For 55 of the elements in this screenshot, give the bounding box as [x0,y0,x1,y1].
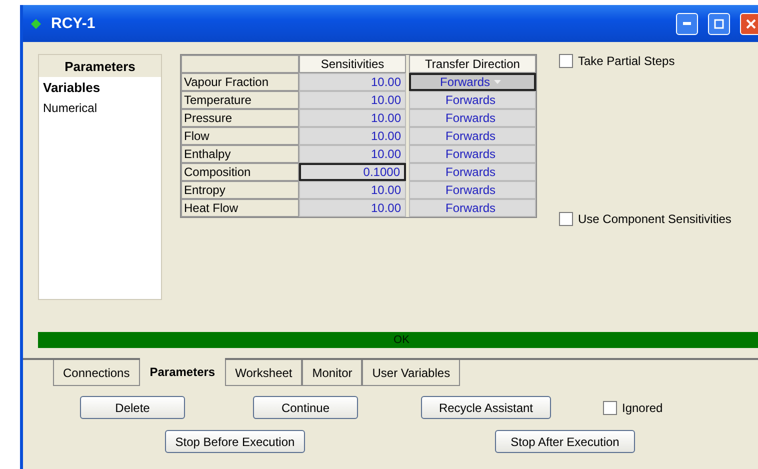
status-bar: OK [38,332,758,348]
minimize-button[interactable] [676,12,698,34]
value-cell[interactable]: 10.00 [299,199,406,217]
row-label: Temperature [181,91,299,109]
maximize-icon [714,18,724,28]
checkbox[interactable] [559,212,573,226]
dropdown-cell[interactable]: Forwards [409,73,536,91]
dropdown-cell[interactable]: Forwards [409,91,536,109]
value-cell[interactable]: 0.1000 [299,163,406,181]
window-title: RCY-1 [51,15,96,32]
column-header: Transfer Direction [409,55,536,73]
row-label: Enthalpy [181,145,299,163]
row-label: Vapour Fraction [181,73,299,91]
dropdown-cell[interactable]: Forwards [409,109,536,127]
panel-item[interactable]: Numerical [39,98,161,118]
action-button[interactable]: Stop After Execution [495,430,635,453]
close-button[interactable] [740,12,758,34]
panel-item[interactable]: Variables [39,77,161,98]
checkbox-label: Ignored [622,400,663,414]
checkbox-label: Take Partial Steps [578,54,675,68]
dropdown-cell[interactable]: Forwards [409,199,536,217]
value-cell[interactable]: 10.00 [299,145,406,163]
minimize-icon [683,22,691,25]
row-label: Pressure [181,109,299,127]
value-cell[interactable]: 10.00 [299,91,406,109]
checkbox[interactable] [559,54,573,68]
tab[interactable]: Monitor [302,360,362,386]
row-label: Composition [181,163,299,181]
row-label: Flow [181,127,299,145]
diamond-icon [31,18,41,28]
row-label: Heat Flow [181,199,299,217]
tab[interactable]: Worksheet [225,360,302,386]
caret-icon [494,80,501,84]
value-cell[interactable]: 10.00 [299,109,406,127]
tab[interactable]: User Variables [362,360,460,386]
dropdown-cell[interactable]: Forwards [409,145,536,163]
panel-title: Parameters [39,55,161,77]
value-cell[interactable]: 10.00 [299,127,406,145]
maximize-button[interactable] [708,12,730,34]
value-cell[interactable]: 10.00 [299,181,406,199]
dropdown-cell[interactable]: Forwards [409,163,536,181]
tab[interactable]: Connections [53,360,140,386]
dropdown-cell[interactable]: Forwards [409,127,536,145]
row-label: Entropy [181,181,299,199]
close-icon [746,18,756,28]
column-header: Sensitivities [299,55,406,73]
action-button[interactable]: Delete [80,396,185,419]
checkbox[interactable] [603,400,617,414]
action-button[interactable]: Continue [253,396,358,419]
tab[interactable]: Parameters [140,358,226,386]
action-button[interactable]: Recycle Assistant [421,396,551,419]
dropdown-cell[interactable]: Forwards [409,181,536,199]
value-cell[interactable]: 10.00 [299,73,406,91]
checkbox-label: Use Component Sensitivities [578,212,732,226]
action-button[interactable]: Stop Before Execution [165,430,305,453]
